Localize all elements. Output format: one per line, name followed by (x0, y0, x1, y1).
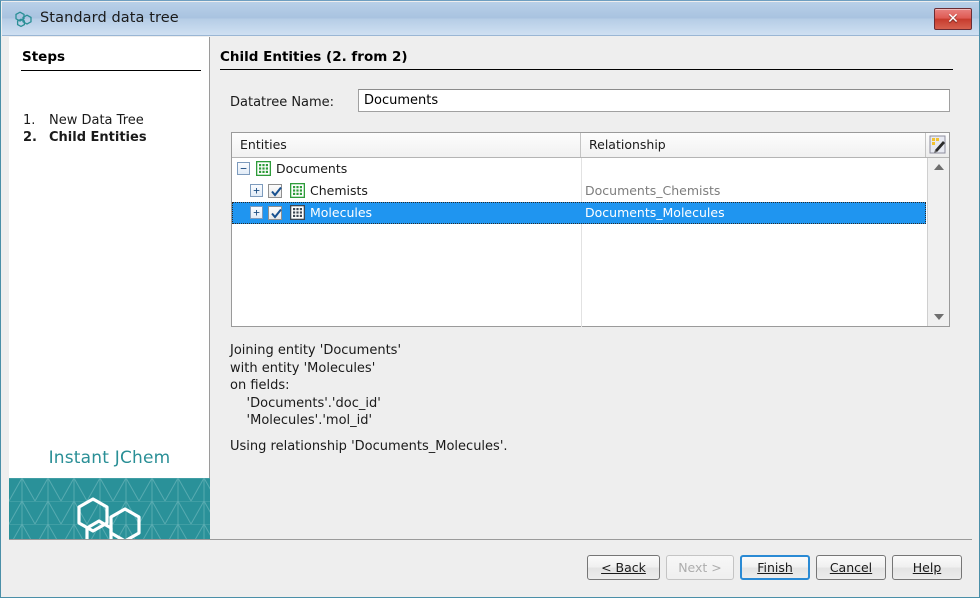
next-button-label: Next > (678, 560, 722, 575)
back-button-label: < Back (601, 560, 646, 575)
close-button[interactable]: ✕ (934, 8, 972, 30)
page-title-divider (220, 69, 953, 70)
wizard-step-child-entities[interactable]: 2. Child Entities (23, 130, 147, 145)
title-bar: Standard data tree ✕ (2, 2, 979, 36)
entity-label: Molecules (310, 205, 373, 220)
expand-expander-icon[interactable]: + (250, 206, 263, 219)
steps-heading: Steps (22, 49, 66, 65)
entity-label: Chemists (310, 183, 368, 198)
entity-checkbox[interactable] (268, 184, 282, 198)
grid-entity-icon (290, 183, 305, 198)
entity-label: Documents (276, 161, 348, 176)
scroll-down-arrow-icon[interactable] (928, 308, 949, 326)
step-number: 2. (23, 130, 37, 145)
brand-name: Instant JChem (48, 448, 171, 468)
expand-expander-icon[interactable]: + (250, 184, 263, 197)
finish-button[interactable]: Finish (740, 555, 810, 580)
relationship-cell: Documents_Chemists (585, 183, 721, 198)
step-label: New Data Tree (49, 113, 144, 128)
finish-button-label: Finish (757, 560, 793, 575)
entities-table-header: Entities Relationship (232, 133, 949, 158)
vertical-scrollbar[interactable] (927, 158, 949, 326)
table-row-selected[interactable]: + Molecules Documents_Molecules (232, 202, 926, 224)
grid-entity-icon (290, 205, 305, 220)
window-title: Standard data tree (40, 10, 179, 26)
hexagon-cluster-icon (15, 11, 32, 28)
column-settings-button[interactable] (926, 133, 949, 157)
collapse-expander-icon[interactable]: − (237, 162, 250, 175)
column-header-entities[interactable]: Entities (232, 133, 581, 157)
table-row[interactable]: + Chemists Documents_Chemists (232, 180, 926, 202)
entity-checkbox[interactable] (268, 206, 282, 220)
close-icon: ✕ (947, 11, 959, 27)
column-settings-icon (929, 135, 946, 154)
next-button-disabled: Next > (666, 555, 734, 580)
help-button-label: Help (912, 560, 942, 575)
relationship-cell: Documents_Molecules (585, 205, 725, 220)
dialog-footer: < Back Next > Finish Cancel Help (2, 540, 979, 597)
table-row[interactable]: − Documents (232, 158, 926, 180)
main-content: Child Entities (2. from 2) Datatree Name… (210, 37, 972, 538)
datatree-name-input[interactable] (358, 89, 950, 112)
step-label: Child Entities (49, 130, 147, 145)
wizard-step-new-data-tree[interactable]: 1. New Data Tree (23, 113, 144, 128)
join-description: Joining entity 'Documents' with entity '… (230, 343, 402, 428)
column-header-relationship[interactable]: Relationship (581, 133, 926, 157)
page-title: Child Entities (2. from 2) (220, 49, 408, 65)
help-button[interactable]: Help (892, 555, 962, 580)
relationship-description: Using relationship 'Documents_Molecules'… (230, 439, 508, 454)
back-button[interactable]: < Back (587, 555, 660, 580)
steps-divider (21, 70, 201, 71)
cancel-button-label: Cancel (829, 560, 873, 575)
datatree-name-label: Datatree Name: (230, 95, 335, 110)
dialog-window: Standard data tree ✕ Steps 1. New Data Tr… (0, 0, 980, 598)
entities-table: Entities Relationship − Documents + Chem… (231, 132, 950, 327)
cancel-button[interactable]: Cancel (816, 555, 886, 580)
scroll-up-arrow-icon[interactable] (928, 158, 949, 176)
step-number: 1. (23, 113, 36, 128)
grid-entity-icon (256, 161, 271, 176)
wizard-steps-panel: Steps 1. New Data Tree 2. Child Entities I… (9, 37, 210, 574)
